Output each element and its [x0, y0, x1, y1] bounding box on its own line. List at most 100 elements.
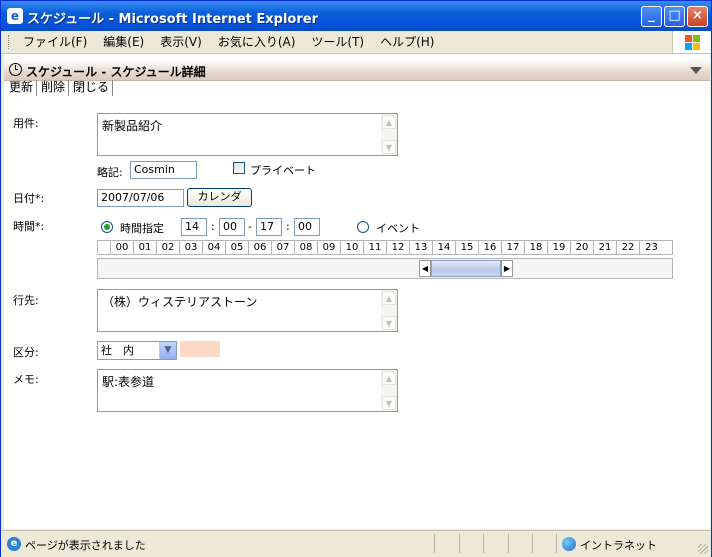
date-input[interactable]: 2007/07/06: [97, 189, 184, 207]
scroll-down-icon[interactable]: ▼: [382, 316, 396, 330]
hour-cell[interactable]: 02: [157, 241, 180, 254]
page-content: スケジュール - スケジュール詳細 更新 削除 閉じる 用件: 新製品紹介 ▲ …: [4, 54, 710, 529]
menu-grip: [8, 35, 11, 49]
status-divider: [434, 534, 435, 553]
scroll-up-icon[interactable]: ▲: [382, 291, 396, 305]
hour-cell[interactable]: 04: [203, 241, 226, 254]
start-min-input[interactable]: 00: [219, 218, 245, 236]
action-toolbar: 更新 削除 閉じる: [8, 80, 116, 96]
range-right-handle-icon[interactable]: ▶: [501, 260, 513, 277]
hour-cell[interactable]: 22: [617, 241, 640, 254]
status-divider: [508, 534, 509, 553]
memo-scrollbar[interactable]: ▲ ▼: [381, 370, 397, 411]
hour-cell[interactable]: 19: [548, 241, 571, 254]
destination-value: （株）ウィステリアストーン: [102, 295, 258, 309]
page-header: スケジュール - スケジュール詳細: [4, 60, 710, 81]
scroll-up-icon[interactable]: ▲: [382, 115, 396, 129]
menu-bar: ファイル(F) 編集(E) 表示(V) お気に入り(A) ツール(T) ヘルプ(…: [1, 31, 711, 54]
memo-value: 駅:表参道: [102, 375, 155, 389]
range-left-handle-icon[interactable]: ◀: [419, 260, 431, 277]
hour-cell[interactable]: 20: [571, 241, 594, 254]
status-divider: [459, 534, 460, 553]
status-divider: [532, 534, 533, 553]
menu-file[interactable]: ファイル(F): [15, 35, 95, 49]
hour-cell[interactable]: 05: [226, 241, 249, 254]
hour-cell[interactable]: 17: [502, 241, 525, 254]
time-dash: -: [248, 220, 252, 233]
hour-cell[interactable]: 14: [433, 241, 456, 254]
category-select[interactable]: 社 内 ▼: [97, 341, 177, 360]
maximize-button[interactable]: □: [664, 6, 685, 27]
abbrev-label: 略記:: [97, 166, 123, 179]
status-divider: [483, 534, 484, 553]
delete-link[interactable]: 削除: [40, 80, 70, 96]
update-link[interactable]: 更新: [8, 80, 38, 96]
hour-cell[interactable]: 03: [180, 241, 203, 254]
memo-label: メモ:: [13, 373, 39, 386]
page-icon: e: [7, 537, 21, 551]
menu-edit[interactable]: 編集(E): [95, 35, 152, 49]
hour-cell[interactable]: 01: [134, 241, 157, 254]
menu-favorites[interactable]: お気に入り(A): [210, 35, 304, 49]
memo-textarea[interactable]: 駅:表参道 ▲ ▼: [97, 369, 398, 412]
resize-grip-icon[interactable]: [698, 544, 708, 554]
timed-radio[interactable]: [101, 221, 113, 233]
end-min-input[interactable]: 00: [294, 218, 320, 236]
end-hour-input[interactable]: 17: [256, 218, 282, 236]
page-title: スケジュール - スケジュール詳細: [26, 65, 206, 79]
category-label: 区分:: [13, 346, 39, 359]
start-hour-input[interactable]: 14: [181, 218, 207, 236]
hour-cell[interactable]: 18: [525, 241, 548, 254]
event-label: イベント: [376, 222, 420, 235]
hour-cell[interactable]: 21: [594, 241, 617, 254]
close-link[interactable]: 閉じる: [72, 80, 114, 96]
clock-icon: [9, 63, 22, 76]
hour-cell[interactable]: 16: [479, 241, 502, 254]
hour-cell[interactable]: 10: [341, 241, 364, 254]
private-checkbox[interactable]: [233, 162, 245, 174]
hour-cell[interactable]: 11: [364, 241, 387, 254]
hour-cell[interactable]: 06: [249, 241, 272, 254]
ie-icon: e: [7, 8, 23, 24]
status-bar: e ページが表示されました イントラネット: [1, 530, 711, 557]
hour-cell[interactable]: 13: [410, 241, 433, 254]
hour-cell[interactable]: 12: [387, 241, 410, 254]
hour-cell[interactable]: 09: [318, 241, 341, 254]
subject-scrollbar[interactable]: ▲ ▼: [381, 114, 397, 155]
subject-textarea[interactable]: 新製品紹介 ▲ ▼: [97, 113, 398, 156]
destination-scrollbar[interactable]: ▲ ▼: [381, 290, 397, 331]
menu-help[interactable]: ヘルプ(H): [372, 35, 442, 49]
hour-cell[interactable]: 08: [295, 241, 318, 254]
private-label: プライベート: [250, 164, 316, 177]
menu-view[interactable]: 表示(V): [152, 35, 210, 49]
start-colon: :: [211, 220, 215, 233]
hour-cell[interactable]: 07: [272, 241, 295, 254]
collapse-arrow-icon[interactable]: [690, 67, 702, 74]
security-zone: イントラネット: [580, 539, 657, 552]
browser-window: e スケジュール - Microsoft Internet Explorer _…: [0, 0, 712, 557]
hour-cell[interactable]: 15: [456, 241, 479, 254]
calendar-button[interactable]: カレンダ: [187, 188, 252, 207]
destination-textarea[interactable]: （株）ウィステリアストーン ▲ ▼: [97, 289, 398, 332]
chevron-down-icon[interactable]: ▼: [159, 342, 176, 359]
menu-tools[interactable]: ツール(T): [303, 35, 372, 49]
hour-cell[interactable]: 00: [111, 241, 134, 254]
close-button[interactable]: ×: [687, 6, 708, 27]
category-value: 社 内: [101, 344, 134, 357]
scroll-down-icon[interactable]: ▼: [382, 396, 396, 410]
timed-label: 時間指定: [120, 222, 164, 235]
category-color-swatch: [180, 341, 220, 357]
event-radio[interactable]: [357, 221, 369, 233]
scroll-down-icon[interactable]: ▼: [382, 140, 396, 154]
window-title: スケジュール - Microsoft Internet Explorer: [27, 12, 318, 27]
abbrev-input[interactable]: Cosmin: [130, 161, 197, 179]
status-divider: [556, 534, 557, 553]
scroll-up-icon[interactable]: ▲: [382, 371, 396, 385]
subject-value: 新製品紹介: [102, 119, 163, 133]
hour-cell[interactable]: 23: [640, 241, 663, 254]
title-bar: e スケジュール - Microsoft Internet Explorer _…: [1, 1, 711, 31]
minimize-button[interactable]: _: [641, 6, 662, 27]
time-range-selection[interactable]: [431, 260, 501, 277]
destination-label: 行先:: [13, 294, 39, 307]
windows-logo-icon: [672, 31, 711, 53]
